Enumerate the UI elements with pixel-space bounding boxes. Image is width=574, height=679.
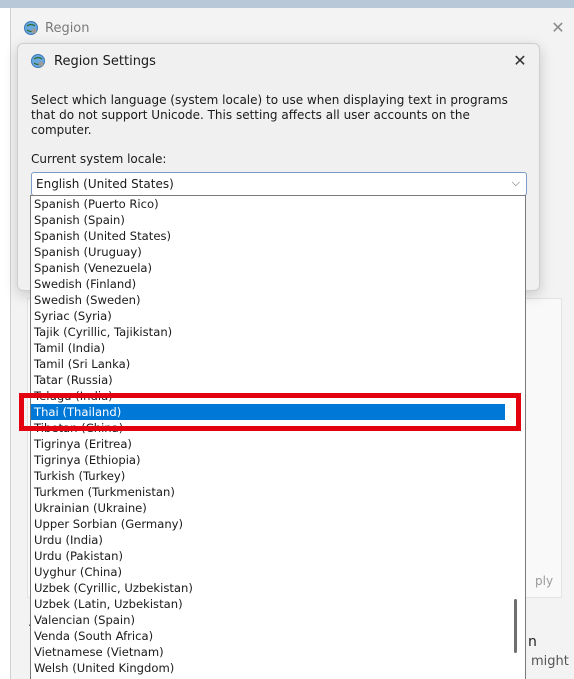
- background-text-fragment-n: n: [528, 634, 537, 650]
- dropdown-option[interactable]: Tajik (Cyrillic, Tajikistan): [31, 324, 505, 340]
- dropdown-option[interactable]: Turkmen (Turkmenistan): [31, 484, 505, 500]
- dropdown-option[interactable]: Valencian (Spain): [31, 612, 505, 628]
- dropdown-option[interactable]: Spanish (Venezuela): [31, 260, 505, 276]
- region-window-title: Region: [23, 20, 90, 36]
- screen: Region ✕ ply A P n might Region Settings…: [0, 0, 574, 679]
- dropdown-option[interactable]: Spanish (Spain): [31, 212, 505, 228]
- dropdown-option[interactable]: Tamil (Sri Lanka): [31, 356, 505, 372]
- region-window-title-text: Region: [45, 20, 90, 36]
- dropdown-option[interactable]: Uyghur (China): [31, 564, 505, 580]
- locale-dropdown-list[interactable]: Spanish (Puerto Rico) Spanish (Spain) Span…: [30, 195, 526, 679]
- dropdown-option[interactable]: Spanish (Puerto Rico): [31, 196, 505, 212]
- dropdown-option[interactable]: Venda (South Africa): [31, 628, 505, 644]
- dropdown-option[interactable]: Spanish (Uruguay): [31, 244, 505, 260]
- dropdown-option[interactable]: Tigrinya (Eritrea): [31, 436, 505, 452]
- dropdown-option[interactable]: Ukrainian (Ukraine): [31, 500, 505, 516]
- dropdown-option[interactable]: Tatar (Russia): [31, 372, 505, 388]
- globe-icon: [24, 21, 38, 35]
- dropdown-option[interactable]: Tamil (India): [31, 340, 505, 356]
- chevron-down-icon[interactable]: ⌵: [512, 176, 520, 190]
- region-close-button[interactable]: ✕: [546, 18, 570, 38]
- globe-icon: [31, 54, 45, 68]
- dialog-close-button[interactable]: ✕: [509, 50, 531, 72]
- dropdown-option[interactable]: Upper Sorbian (Germany): [31, 516, 505, 532]
- dropdown-option[interactable]: Welsh (United Kingdom): [31, 660, 505, 676]
- dialog-description: Select which language (system locale) to…: [31, 93, 508, 137]
- dropdown-option[interactable]: Uzbek (Cyrillic, Uzbekistan): [31, 580, 505, 596]
- dropdown-option[interactable]: Swedish (Finland): [31, 276, 505, 292]
- apply-button-fragment[interactable]: ply: [535, 574, 553, 588]
- dropdown-option[interactable]: Syriac (Syria): [31, 308, 505, 324]
- highlight-annotation-box: [19, 393, 521, 431]
- dropdown-option[interactable]: Urdu (Pakistan): [31, 548, 505, 564]
- dropdown-scrollbar-thumb[interactable]: [514, 599, 517, 653]
- dialog-title: Region Settings: [54, 53, 156, 69]
- dropdown-option[interactable]: Urdu (India): [31, 532, 505, 548]
- dialog-header: Region Settings: [18, 44, 539, 78]
- dropdown-option[interactable]: Swedish (Sweden): [31, 292, 505, 308]
- dropdown-option[interactable]: Turkish (Turkey): [31, 468, 505, 484]
- background-window-strip: [0, 0, 574, 8]
- dropdown-option[interactable]: Vietnamese (Vietnam): [31, 644, 505, 660]
- current-locale-label: Current system locale:: [31, 152, 167, 166]
- background-text-fragment-might: might: [531, 654, 569, 669]
- dropdown-option[interactable]: Uzbek (Latin, Uzbekistan): [31, 596, 505, 612]
- dropdown-option[interactable]: Spanish (United States): [31, 228, 505, 244]
- dropdown-option[interactable]: Tigrinya (Ethiopia): [31, 452, 505, 468]
- system-locale-selected-value: English (United States): [36, 177, 174, 191]
- system-locale-select[interactable]: English (United States) ⌵: [31, 172, 527, 196]
